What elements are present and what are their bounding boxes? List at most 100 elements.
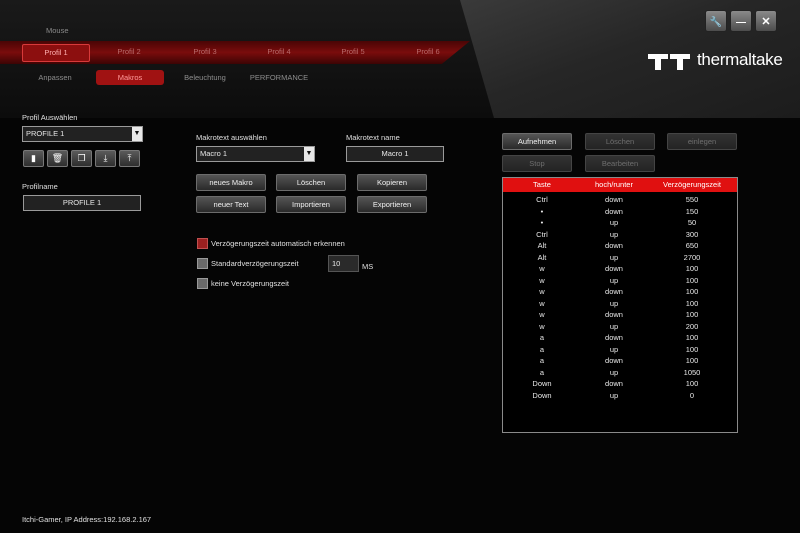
cell-key: Alt (537, 252, 547, 262)
cell-key: w (539, 321, 545, 331)
tab-performance[interactable]: PERFORMANCE (246, 70, 312, 85)
save-profile-button[interactable]: ▮ (23, 150, 44, 167)
cell-direction: down (605, 264, 623, 273)
cell-delay: 100 (685, 287, 699, 296)
auto-delay-checkbox[interactable] (197, 238, 208, 249)
delete-macro-button[interactable]: Löschen (276, 174, 346, 191)
upload-icon: ⤒ (127, 153, 132, 163)
table-row[interactable]: • up 50 (503, 217, 737, 229)
cell-delay: 100 (685, 379, 699, 388)
table-row[interactable]: w down 100 (503, 309, 737, 321)
delete-entry-button[interactable]: Löschen (585, 133, 655, 150)
cell-delay: 100 (685, 264, 699, 273)
cell-key: Down (532, 390, 552, 400)
cell-delay: 550 (685, 195, 699, 204)
cell-delay: 150 (685, 206, 699, 216)
profilename-input[interactable]: PROFILE 1 (23, 195, 141, 211)
tab-profil-1[interactable]: Profil 1 (22, 44, 90, 62)
cell-key: w (539, 264, 545, 273)
table-row[interactable]: Ctrl down 550 (503, 194, 737, 206)
cell-direction: up (609, 390, 619, 400)
macro-select-value: Macro 1 (200, 149, 228, 158)
tab-profil-3[interactable]: Profil 3 (172, 44, 238, 60)
macro-select-dropdown[interactable]: Macro 1 ▼ (196, 146, 315, 162)
table-row[interactable]: w up 200 (503, 321, 737, 333)
tab-profil-5[interactable]: Profil 5 (320, 44, 386, 60)
cell-direction: down (605, 287, 623, 296)
cell-key: a (539, 356, 545, 365)
chevron-down-icon: ▼ (132, 127, 142, 141)
cell-direction: down (605, 241, 623, 250)
standard-delay-checkbox[interactable] (197, 258, 208, 269)
table-row[interactable]: w up 100 (503, 298, 737, 310)
cell-direction: up (609, 321, 619, 331)
cell-direction: up (609, 298, 619, 308)
cell-key: a (539, 367, 545, 377)
copy-icon: ❐ (77, 153, 86, 163)
table-row[interactable]: w down 100 (503, 286, 737, 298)
export-profile-button[interactable]: ⤒ (119, 150, 140, 167)
import-macro-button[interactable]: Importieren (276, 196, 346, 213)
macro-select-label: Makrotext auswählen (196, 133, 267, 142)
record-button[interactable]: Aufnehmen (502, 133, 572, 150)
export-macro-button[interactable]: Exportieren (357, 196, 427, 213)
profile-select-dropdown[interactable]: PROFILE 1 ▼ (22, 126, 143, 142)
table-row[interactable]: Alt up 2700 (503, 252, 737, 264)
cell-direction: up (609, 344, 619, 354)
macro-event-table[interactable]: Taste hoch/runter Verzögerungszeit Ctrl d… (502, 177, 738, 433)
tab-beleuchtung[interactable]: Beleuchtung (172, 70, 238, 85)
no-delay-checkbox[interactable] (197, 278, 208, 289)
standard-delay-input[interactable]: 10 (328, 255, 359, 272)
edit-button[interactable]: Bearbeiten (585, 155, 655, 172)
tab-anpassen[interactable]: Anpassen (22, 70, 88, 85)
tab-profil-6[interactable]: Profil 6 (395, 44, 461, 60)
table-row[interactable]: a down 100 (503, 332, 737, 344)
cell-direction: up (609, 252, 619, 262)
table-row[interactable]: a up 1050 (503, 367, 737, 379)
cell-delay: 100 (685, 356, 699, 365)
cell-direction: up (609, 229, 619, 239)
tab-profil-4[interactable]: Profil 4 (246, 44, 312, 60)
table-row[interactable]: w up 100 (503, 275, 737, 287)
tab-profil-2[interactable]: Profil 2 (96, 44, 162, 60)
new-macro-button[interactable]: neues Makro (196, 174, 266, 191)
cell-direction: down (605, 379, 623, 388)
cell-key: Alt (537, 241, 547, 250)
cell-key: w (539, 275, 545, 285)
table-row[interactable]: Down down 100 (503, 378, 737, 390)
minimize-button[interactable]: — (730, 10, 752, 32)
macro-name-input[interactable]: Macro 1 (346, 146, 444, 162)
close-button[interactable]: ✕ (755, 10, 777, 32)
new-text-button[interactable]: neuer Text (196, 196, 266, 213)
logo-mark-icon (648, 54, 690, 70)
auto-delay-label: Verzögerungszeit automatisch erkennen (211, 239, 345, 248)
tools-button[interactable]: 🔧 (705, 10, 727, 32)
tab-makros[interactable]: Makros (96, 70, 164, 85)
save-icon: ▮ (31, 153, 36, 163)
table-row[interactable]: • down 150 (503, 206, 737, 218)
table-row[interactable]: a down 100 (503, 355, 737, 367)
cell-key: a (539, 344, 545, 354)
insert-button[interactable]: einlegen (667, 133, 737, 150)
import-profile-button[interactable]: ⤓ (95, 150, 116, 167)
table-row[interactable]: w down 100 (503, 263, 737, 275)
cell-key: w (539, 298, 545, 308)
stop-button[interactable]: Stop (502, 155, 572, 172)
cell-delay: 100 (685, 333, 699, 342)
cell-delay: 100 (685, 298, 699, 308)
table-row[interactable]: a up 100 (503, 344, 737, 356)
cell-direction: up (609, 218, 619, 227)
table-row[interactable]: Ctrl up 300 (503, 229, 737, 241)
column-header-delay: Verzögerungszeit (663, 180, 721, 189)
cell-key: w (539, 310, 545, 319)
cell-direction: down (605, 206, 623, 216)
delete-profile-button[interactable]: 🗑 (47, 150, 68, 167)
status-footer: Itchi-Gamer, IP Address:192.168.2.167 (22, 515, 152, 524)
table-row[interactable]: Alt down 650 (503, 240, 737, 252)
device-label: Mouse (46, 26, 69, 35)
copy-macro-button[interactable]: Kopieren (357, 174, 427, 191)
copy-profile-button[interactable]: ❐ (71, 150, 92, 167)
table-row[interactable]: Down up 0 (503, 390, 737, 402)
cell-key: Down (532, 379, 552, 388)
cell-key: Ctrl (536, 195, 548, 204)
